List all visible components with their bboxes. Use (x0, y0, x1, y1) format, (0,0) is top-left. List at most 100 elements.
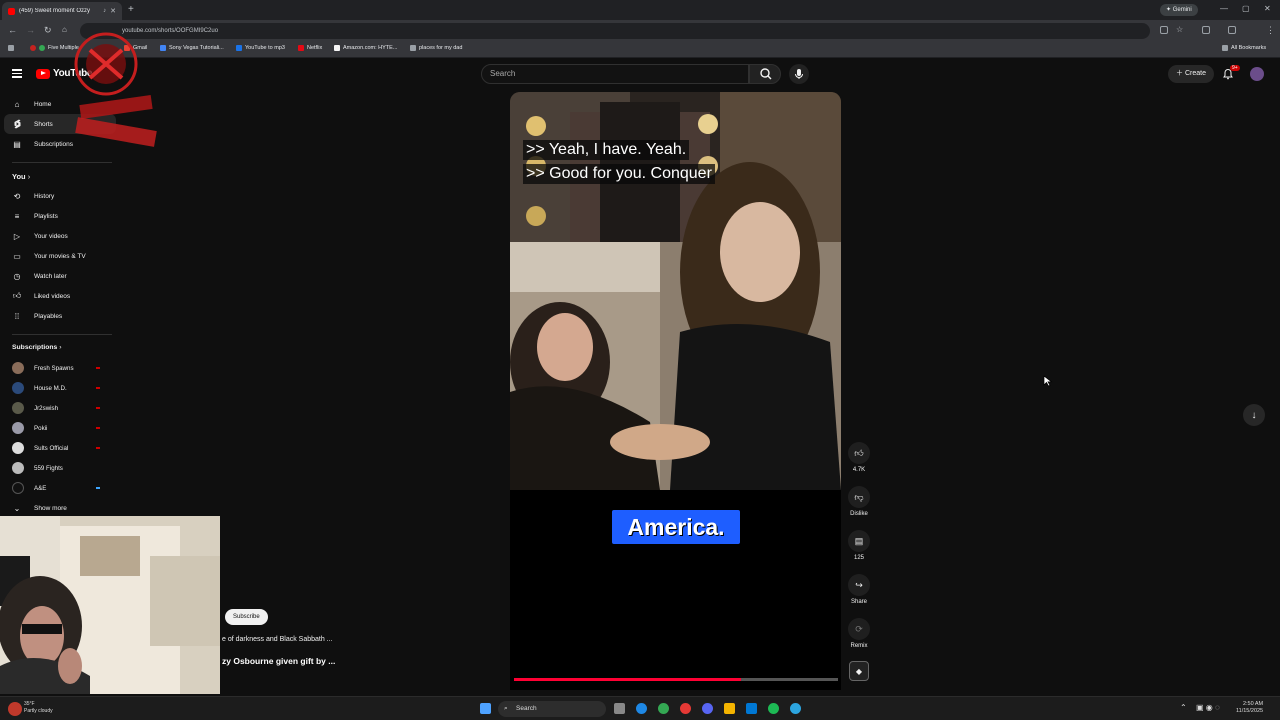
close-tab-icon[interactable]: ✕ (110, 7, 116, 15)
voice-search-button[interactable] (789, 64, 809, 84)
audio-thumbnail-button[interactable]: ◆ (846, 661, 872, 681)
plus-icon: ＋ (1176, 70, 1183, 77)
weather-icon (8, 702, 22, 716)
hamburger-menu-icon[interactable] (12, 69, 22, 78)
back-icon[interactable]: ← (8, 25, 17, 35)
spotify-icon[interactable] (768, 703, 779, 714)
windows-taskbar: 35°F Partly cloudy ⌕ Search ⌃ ▣ ◉ ◌ 2:50… (0, 696, 1280, 720)
forward-icon[interactable]: → (26, 25, 35, 35)
sidebar-show-more[interactable]: ⌄ Show more (0, 498, 112, 518)
bookmarks-bar: Five Multiple Gmail Sony Vegas Tutoriali… (0, 42, 1280, 58)
taskbar-search[interactable]: ⌕ Search (498, 701, 606, 717)
remix-button[interactable]: ⟳ Remix (846, 618, 872, 649)
dislike-button[interactable]: 👎︎ Dislike (846, 486, 872, 517)
sidebar-item-history[interactable]: ⟲ History (0, 186, 112, 206)
comment-icon: ▤ (854, 535, 864, 546)
sidebar-subscriptions-header[interactable]: Subscriptions › (12, 344, 61, 351)
sidebar-item-liked-videos[interactable]: 👍︎ Liked videos (0, 286, 112, 306)
browser-toolbar: ← → ↻ ⌂ youtube.com/shorts/OOFGMI9C2uo ☆… (0, 20, 1280, 42)
account-avatar[interactable] (1250, 67, 1264, 81)
tray-icons[interactable]: ▣ ◉ ◌ (1196, 703, 1220, 712)
next-short-button[interactable]: ↓ (1243, 404, 1265, 426)
search-icon: ⌕ (504, 705, 508, 712)
windows-start-icon[interactable] (480, 703, 491, 714)
task-view-icon[interactable] (614, 703, 625, 714)
store-icon[interactable] (746, 703, 757, 714)
extensions-icon[interactable] (1202, 26, 1210, 34)
bookmark-item[interactable]: Amazon.com: HYTE... (334, 45, 397, 51)
sidebar-channel[interactable]: House M.D. (0, 378, 112, 398)
search-icon (760, 68, 772, 80)
home-browser-icon[interactable]: ⌂ (62, 25, 67, 34)
create-button[interactable]: ＋ Create (1168, 65, 1214, 83)
sidebar-channel[interactable]: Pokii (0, 418, 112, 438)
app-icon[interactable] (680, 703, 691, 714)
watch-later-icon: ◷ (13, 271, 21, 281)
sidebar-channel[interactable]: Jr2swish (0, 398, 112, 418)
youtube-header: YouTube Search ＋ Create 9+ (0, 58, 1280, 90)
bookmark-folder[interactable]: places for my dad (410, 45, 462, 51)
sidebar-you-header[interactable]: You › (12, 172, 30, 181)
weather-widget[interactable]: 35°F Partly cloudy (24, 701, 53, 715)
file-explorer-icon[interactable] (724, 703, 735, 714)
sidebar-item-playables[interactable]: ⁞⁞ Playables (0, 306, 112, 326)
liked-icon: 👍︎ (12, 291, 22, 300)
maximize-icon[interactable]: ▢ (1242, 4, 1250, 13)
playables-icon: ⁞⁞ (14, 311, 20, 321)
all-bookmarks[interactable]: All Bookmarks (1222, 45, 1266, 51)
sidebar-channel[interactable]: Sults Official (0, 438, 112, 458)
sidebar-item-your-videos[interactable]: ▷ Your videos (0, 226, 112, 246)
sidebar-item-playlists[interactable]: ≡ Playlists (0, 206, 112, 226)
sidebar-item-watch-later[interactable]: ◷ Watch later (0, 266, 112, 286)
audio-icon[interactable]: ♪ (103, 8, 106, 14)
video-progress-bar[interactable] (514, 678, 838, 681)
like-count: 4.7K (852, 467, 866, 473)
chrome-icon[interactable] (658, 703, 669, 714)
minimize-icon[interactable]: — (1220, 4, 1228, 13)
bookmark-item[interactable]: YouTube to mp3 (236, 45, 285, 51)
search-input[interactable]: Search (481, 64, 749, 84)
sidebar-item-movies[interactable]: ▭ Your movies & TV (0, 246, 112, 266)
bookmark-item[interactable]: Sony Vegas Tutoriali... (160, 45, 224, 51)
gemini-label: Gemini (1172, 7, 1192, 13)
sidepanel-icon[interactable] (1228, 26, 1236, 34)
telegram-icon[interactable] (790, 703, 801, 714)
address-bar[interactable]: youtube.com/shorts/OOFGMI9C2uo (80, 23, 1150, 39)
browser-tab-active[interactable]: (459) Sweet moment Ozzy ♪ ✕ (2, 2, 122, 20)
reload-icon[interactable]: ↻ (44, 25, 52, 36)
system-clock[interactable]: 2:50 AM 11/15/2025 (1236, 701, 1263, 715)
bookmark-item[interactable]: Netflix (298, 45, 322, 51)
sidebar-channel[interactable]: 559 Fights (0, 458, 112, 478)
history-icon: ⟲ (13, 191, 21, 201)
live-indicator (96, 367, 100, 369)
gemini-button[interactable]: ✦ Gemini (1160, 4, 1198, 16)
menu-kebab-icon[interactable]: ⋮ (1266, 25, 1275, 36)
dislike-label: Dislike (850, 511, 868, 517)
comments-button[interactable]: ▤ 125 (846, 530, 872, 561)
comment-count: 125 (853, 555, 864, 561)
video-title-fragment[interactable]: zy Osbourne given gift by ... (222, 656, 335, 666)
movies-icon: ▭ (13, 251, 21, 261)
webcam-overlay (0, 516, 220, 694)
like-button[interactable]: 👍︎ 4.7K (846, 442, 872, 473)
subscribe-button[interactable]: Subscribe (225, 609, 268, 625)
live-indicator (96, 427, 100, 429)
apps-icon[interactable] (8, 45, 14, 51)
sidebar-channel[interactable]: A&E (0, 478, 112, 498)
thumbs-down-icon: 👎︎ (854, 491, 864, 502)
channel-avatar (12, 382, 24, 394)
thumbs-up-icon: 👍︎ (854, 447, 864, 458)
arrow-down-icon: ↓ (1251, 409, 1257, 421)
close-window-icon[interactable]: ✕ (1264, 4, 1271, 13)
new-tab-icon[interactable]: + (128, 4, 134, 15)
share-button[interactable]: ↪ Share (846, 574, 872, 605)
edge-icon[interactable] (636, 703, 647, 714)
cast-icon[interactable] (1160, 26, 1168, 34)
discord-icon[interactable] (702, 703, 713, 714)
sidebar-channel[interactable]: Fresh Spawns (0, 358, 112, 378)
search-button[interactable] (749, 64, 781, 84)
chevron-right-icon: › (59, 344, 62, 351)
channel-avatar (12, 422, 24, 434)
bookmark-star-icon[interactable]: ☆ (1176, 25, 1183, 34)
tray-chevron-icon[interactable]: ⌃ (1180, 703, 1187, 712)
